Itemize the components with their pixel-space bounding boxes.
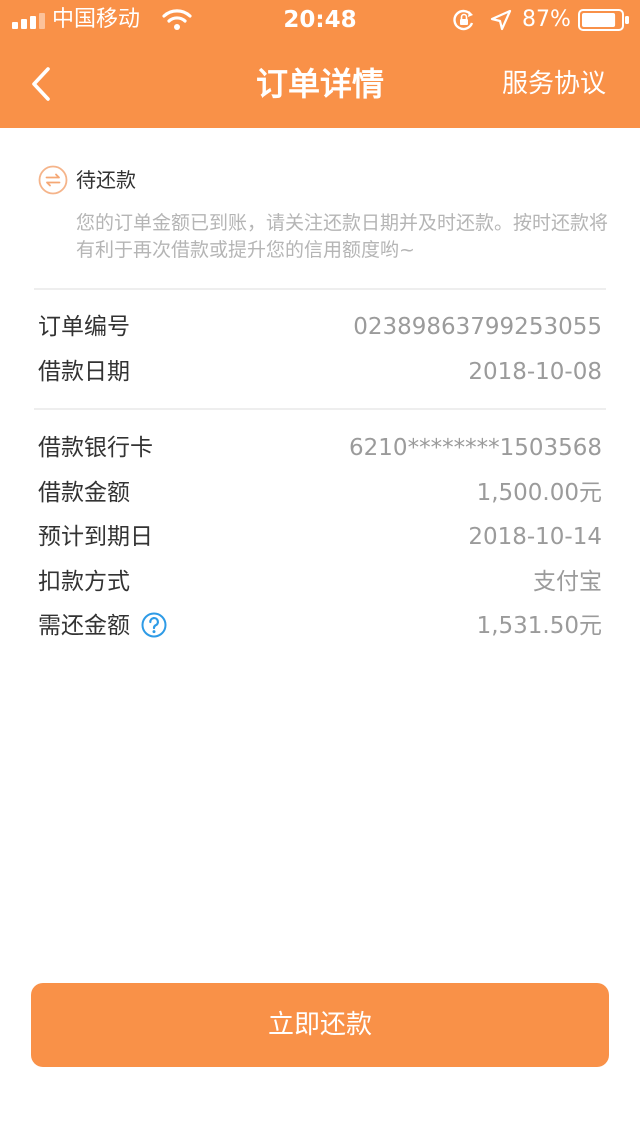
payment-method-value: 支付宝 (533, 569, 602, 595)
repay-now-button[interactable]: 立即还款 (31, 983, 609, 1067)
bank-card-value: 6210********1503568 (349, 435, 602, 461)
repay-amount-value: 1,531.50元 (476, 613, 602, 639)
due-date-label: 预计到期日 (38, 524, 153, 550)
payment-method-label: 扣款方式 (38, 569, 130, 595)
battery-icon (578, 9, 629, 31)
location-arrow-icon (490, 9, 512, 31)
loan-date-value: 2018-10-08 (468, 359, 602, 385)
battery-percent: 87% (522, 7, 571, 32)
loan-amount-label: 借款金额 (38, 480, 130, 506)
bank-card-row: 借款银行卡 6210********1503568 (38, 426, 602, 470)
bank-card-label: 借款银行卡 (38, 435, 153, 461)
order-status-description: 您的订单金额已到账，请关注还款日期并及时还款。按时还款将有利于再次借款或提升您的… (76, 212, 609, 261)
repay-amount-label-wrap: 需还金额 (38, 604, 167, 648)
loan-amount-value: 1,500.00元 (476, 480, 602, 506)
repay-arrows-icon (38, 165, 68, 195)
divider (34, 288, 606, 290)
order-status-label: 待还款 (76, 168, 136, 192)
repay-amount-label: 需还金额 (38, 613, 130, 639)
service-agreement-link[interactable]: 服务协议 (502, 40, 606, 128)
loan-date-row: 借款日期 2018-10-08 (38, 350, 602, 394)
loan-amount-row: 借款金额 1,500.00元 (38, 471, 602, 515)
due-date-value: 2018-10-14 (468, 524, 602, 550)
repay-amount-row: 需还金额 1,531.50元 (38, 604, 602, 648)
loan-date-label: 借款日期 (38, 359, 130, 385)
navigation-bar: 订单详情 服务协议 (0, 40, 640, 128)
order-number-label: 订单编号 (38, 314, 130, 340)
due-date-row: 预计到期日 2018-10-14 (38, 515, 602, 559)
help-question-icon[interactable] (141, 612, 167, 638)
order-number-value: 02389863799253055 (353, 314, 602, 340)
divider (34, 408, 606, 410)
status-bar: 中国移动 20:48 87% (0, 0, 640, 40)
header: 中国移动 20:48 87% 订单详情 服务协议 (0, 0, 640, 128)
payment-method-row: 扣款方式 支付宝 (38, 560, 602, 604)
order-number-row: 订单编号 02389863799253055 (38, 305, 602, 349)
orientation-lock-icon (453, 9, 474, 31)
